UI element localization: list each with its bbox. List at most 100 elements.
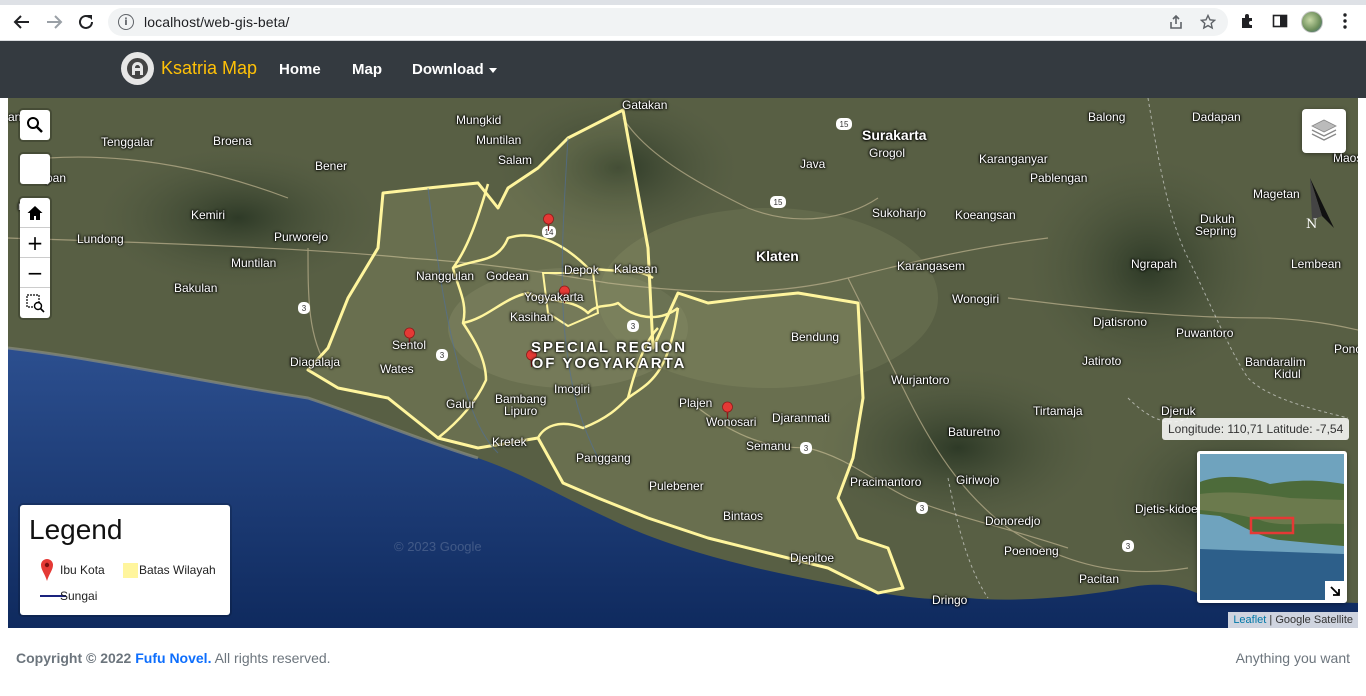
brand-logo[interactable] [121,52,154,85]
place-label: Pacitan [1079,572,1120,586]
place-label: Karangasem [897,259,966,273]
place-label: Donoredjo [985,514,1041,528]
boundary-swatch [123,563,138,578]
url-text[interactable]: localhost/web-gis-beta/ [144,14,290,30]
place-label: Koeangsan [955,208,1016,222]
leaflet-link[interactable]: Leaflet [1233,614,1266,626]
place-label: Depok [564,263,599,277]
minimap-image [1200,454,1344,600]
place-label: Sentol [392,338,427,352]
place-label: Kemiri [191,208,226,222]
road-shield: 14 [545,228,554,237]
map-container[interactable]: 15 15 14 3 3 3 3 3 3 © 2023 Google anior… [8,98,1358,628]
zoom-in-button[interactable]: + [20,228,50,258]
legend-title: Legend [29,514,123,545]
place-label: Klaten [756,248,799,264]
info-icon[interactable]: i [118,14,134,30]
place-label: Imogiri [554,382,591,396]
caret-down-icon [488,67,497,73]
nav-map-link[interactable]: Map [352,61,382,78]
reload-icon[interactable] [74,10,98,34]
star-icon[interactable] [1198,12,1218,32]
place-label: Poenoeng [1004,544,1059,558]
legend-label-capital: Ibu Kota [60,563,105,577]
place-label: Dadapan [1192,110,1241,124]
place-label: Java [800,157,826,171]
place-label: Lundong [77,232,124,246]
road-shield: 15 [774,198,783,207]
red-marker-icon [41,559,53,581]
place-label: Magetan [1253,187,1300,201]
place-label: Yogyakarta [524,290,584,304]
rights-text: All rights reserved. [214,650,331,666]
search-control[interactable] [20,110,50,140]
place-label: Grogol [869,146,906,160]
road-shield: 3 [1126,542,1131,551]
nav-home-link[interactable]: Home [279,61,321,78]
road-shield: 3 [920,504,925,513]
place-label: Tirtamaja [1033,404,1083,418]
place-label: Semanu [746,439,791,453]
extensions-icon[interactable] [1238,11,1258,31]
place-label: Kidul [1274,367,1301,381]
road-shield: 15 [840,120,849,129]
place-label: Lembean [1291,257,1342,271]
menu-icon[interactable] [1335,11,1355,31]
place-label: Pablengan [1030,171,1088,185]
minimap[interactable] [1197,451,1347,603]
address-bar[interactable]: i localhost/web-gis-beta/ [108,8,1228,36]
zoom-out-button[interactable]: − [20,258,50,288]
north-label: N [1306,217,1317,232]
place-label: Plajen [679,396,713,410]
forward-icon[interactable] [42,10,66,34]
place-label: Broena [213,134,252,148]
place-label: Wates [380,362,414,376]
map-attribution: Leaflet | Google Satellite [1228,612,1358,628]
page-footer: Copyright © 2022 Fufu Novel. All rights … [0,628,1366,696]
search-icon[interactable] [20,110,50,140]
profile-avatar[interactable] [1301,11,1323,33]
place-label: Dringo [932,593,968,607]
sidepanel-icon[interactable] [1270,11,1290,31]
place-label: Purworejo [274,230,329,244]
footer-tagline: Anything you want [1235,650,1350,666]
place-label: Bener [315,159,348,173]
road-shield: 3 [440,351,445,360]
footer-brand-link[interactable]: Fufu Novel. [135,650,211,666]
place-label: Godean [486,269,529,283]
place-label: Muntilan [476,133,522,147]
home-icon[interactable] [20,198,50,228]
place-label: Sukoharjo [872,206,927,220]
map-legend: Legend Ibu Kota Batas Wilayah Sungai [20,505,230,615]
zoom-control: + − [20,198,50,318]
legend-label-river: Sungai [60,589,98,603]
region-label-line: OF YOGYAKARTA [531,355,687,372]
place-label: Gatakan [622,98,668,112]
place-label: Muntilan [231,256,277,270]
browser-toolbar: i localhost/web-gis-beta/ [0,0,1366,41]
google-watermark: © 2023 Google [394,539,482,554]
minimap-toggle-icon[interactable] [1325,581,1344,600]
place-label: Sepring [1195,224,1237,238]
place-label: Maosp [1333,151,1358,165]
place-label: Ponc [1334,342,1358,356]
place-label: Djaranmati [772,411,831,425]
place-label: Bakulan [174,281,218,295]
copyright-text: Copyright © 2022 [16,650,132,666]
region-label: SPECIAL REGION OF YOGYAKARTA [531,340,687,372]
nav-download-dropdown[interactable]: Download [412,61,497,78]
nav-download-label: Download [412,61,484,78]
place-label: Salam [498,153,533,167]
place-label: Giriwojo [956,473,1000,487]
back-icon[interactable] [10,10,34,34]
place-label: Djeruk [1161,404,1196,418]
place-label: Kasihan [510,310,554,324]
brand-name[interactable]: Ksatria Map [161,58,257,79]
place-label: Djatisrono [1093,315,1148,329]
place-label: Galur [446,397,476,411]
layers-icon[interactable] [1302,109,1346,153]
box-zoom-icon[interactable] [20,288,50,318]
blank-control[interactable] [20,154,50,184]
share-icon[interactable] [1166,12,1186,32]
place-label: Surakarta [862,127,927,143]
